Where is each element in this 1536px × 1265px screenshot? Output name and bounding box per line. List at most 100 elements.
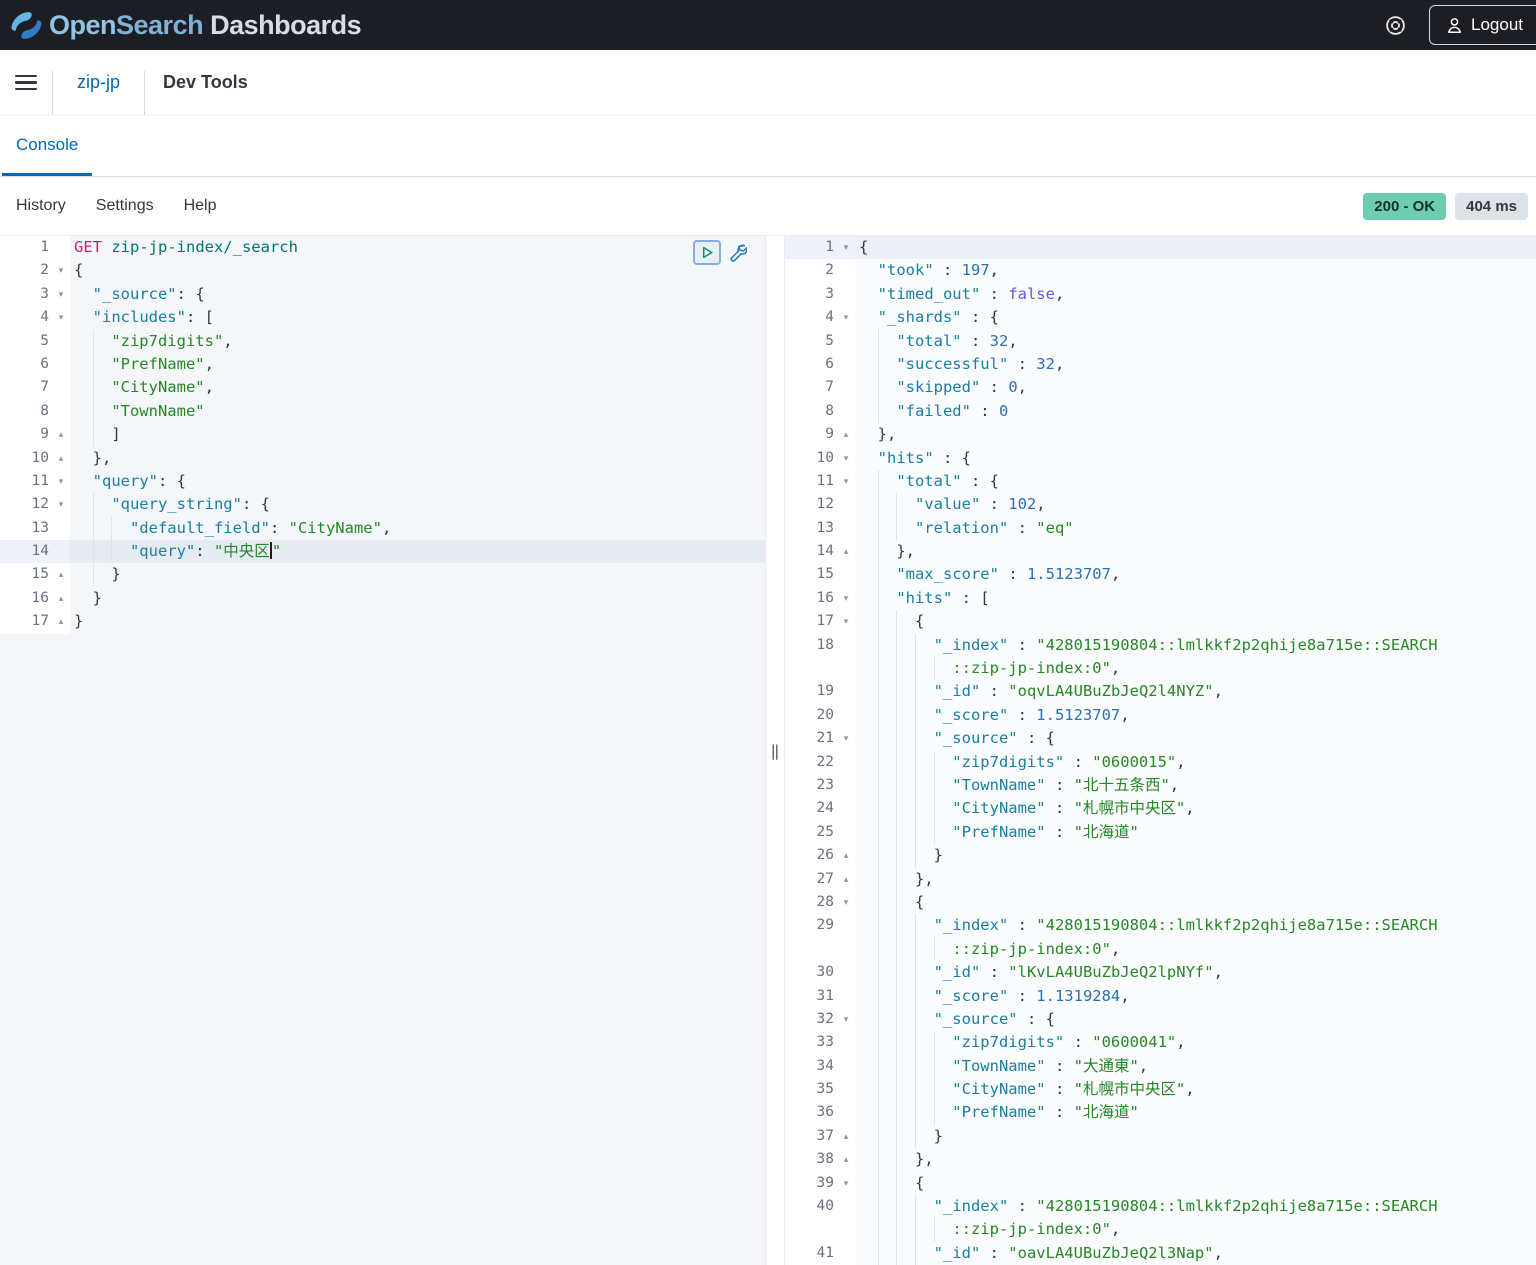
fold-toggle-icon[interactable]: ▴: [837, 1125, 855, 1148]
code-line[interactable]: 33"zip7digits" : "0600041",: [785, 1031, 1536, 1054]
code-line[interactable]: 7"skipped" : 0,: [785, 376, 1536, 399]
code-line[interactable]: 17▴}: [0, 610, 765, 633]
menu-item-help[interactable]: Help: [184, 197, 217, 215]
fold-toggle-icon[interactable]: ▴: [837, 423, 855, 446]
code-line[interactable]: 23"TownName" : "北十五条西",: [785, 774, 1536, 797]
code-line[interactable]: 19"_id" : "oqvLA4UBuZbJeQ2l4NYZ",: [785, 680, 1536, 703]
code-line[interactable]: 30"_id" : "lKvLA4UBuZbJeQ2lpNYf",: [785, 961, 1536, 984]
fold-toggle-icon[interactable]: ▴: [837, 868, 855, 891]
code-line[interactable]: 5"zip7digits",: [0, 330, 765, 353]
fold-toggle-icon[interactable]: ▾: [52, 283, 70, 306]
code-line[interactable]: 15▴}: [0, 563, 765, 586]
code-line[interactable]: 40"_index" : "428015190804::lmlkkf2p2qhi…: [785, 1195, 1536, 1218]
opensearch-logo[interactable]: OpenSearchDashboards: [10, 9, 361, 42]
code-line[interactable]: 10▾"hits" : {: [785, 447, 1536, 470]
code-line[interactable]: 4▾"_shards" : {: [785, 306, 1536, 329]
fold-toggle-icon[interactable]: ▾: [52, 306, 70, 329]
code-line[interactable]: 12▾"query_string": {: [0, 493, 765, 516]
code-line[interactable]: 8"TownName": [0, 400, 765, 423]
code-line[interactable]: 26▴}: [785, 844, 1536, 867]
code-line[interactable]: 22"zip7digits" : "0600015",: [785, 751, 1536, 774]
tab-console[interactable]: Console: [2, 116, 92, 176]
fold-toggle-icon[interactable]: ▾: [52, 493, 70, 516]
logout-button[interactable]: Logout: [1429, 5, 1536, 45]
code-line[interactable]: 35"CityName" : "札幌市中央区",: [785, 1078, 1536, 1101]
code-line[interactable]: 41"_id" : "oavLA4UBuZbJeQ2l3Nap",: [785, 1242, 1536, 1265]
fold-toggle-icon[interactable]: ▾: [837, 587, 855, 610]
code-line[interactable]: ::zip-jp-index:0",: [785, 938, 1536, 961]
fold-toggle-icon[interactable]: ▾: [837, 1172, 855, 1195]
send-request-button[interactable]: [693, 240, 721, 265]
hamburger-menu-button[interactable]: [0, 50, 52, 115]
code-line[interactable]: 24"CityName" : "札幌市中央区",: [785, 797, 1536, 820]
fold-toggle-icon[interactable]: ▴: [52, 610, 70, 633]
code-line[interactable]: 6"PrefName",: [0, 353, 765, 376]
fold-toggle-icon[interactable]: ▾: [837, 1008, 855, 1031]
code-line[interactable]: 1GET zip-jp-index/_search: [0, 236, 765, 259]
code-line[interactable]: 16▾"hits" : [: [785, 587, 1536, 610]
fold-toggle-icon[interactable]: ▾: [52, 470, 70, 493]
fold-toggle-icon[interactable]: ▴: [837, 540, 855, 563]
code-line[interactable]: 14▴},: [785, 540, 1536, 563]
code-line[interactable]: ::zip-jp-index:0",: [785, 1218, 1536, 1241]
code-line[interactable]: 2"took" : 197,: [785, 259, 1536, 282]
code-line[interactable]: 28▾{: [785, 891, 1536, 914]
code-line[interactable]: 18"_index" : "428015190804::lmlkkf2p2qhi…: [785, 634, 1536, 657]
code-line[interactable]: 17▾{: [785, 610, 1536, 633]
menu-item-settings[interactable]: Settings: [96, 197, 154, 215]
code-line[interactable]: 39▾{: [785, 1172, 1536, 1195]
fold-toggle-icon[interactable]: ▴: [837, 1148, 855, 1171]
panel-resize-handle[interactable]: ‖: [765, 236, 785, 1265]
code-line[interactable]: 29"_index" : "428015190804::lmlkkf2p2qhi…: [785, 914, 1536, 937]
fold-toggle-icon[interactable]: ▾: [52, 259, 70, 282]
request-options-button[interactable]: [728, 243, 747, 262]
code-line[interactable]: 1▾{: [785, 236, 1536, 259]
fold-toggle-icon[interactable]: ▾: [837, 610, 855, 633]
code-line[interactable]: 9▴]: [0, 423, 765, 446]
help-menu-button[interactable]: [1375, 5, 1415, 45]
fold-toggle-icon[interactable]: ▾: [837, 236, 855, 259]
code-line[interactable]: 25"PrefName" : "北海道": [785, 821, 1536, 844]
menu-item-history[interactable]: History: [16, 197, 66, 215]
code-line[interactable]: 36"PrefName" : "北海道": [785, 1101, 1536, 1124]
code-line[interactable]: 3"timed_out" : false,: [785, 283, 1536, 306]
fold-toggle-icon[interactable]: ▴: [837, 844, 855, 867]
fold-toggle-icon[interactable]: ▾: [837, 306, 855, 329]
fold-toggle-icon[interactable]: ▴: [52, 447, 70, 470]
fold-toggle-icon[interactable]: ▾: [837, 447, 855, 470]
code-line[interactable]: 9▴},: [785, 423, 1536, 446]
code-line[interactable]: 2▾{: [0, 259, 765, 282]
fold-toggle-icon[interactable]: ▾: [837, 891, 855, 914]
code-line[interactable]: 11▾"total" : {: [785, 470, 1536, 493]
fold-toggle-icon[interactable]: ▾: [837, 727, 855, 750]
code-line[interactable]: 15"max_score" : 1.5123707,: [785, 563, 1536, 586]
code-line[interactable]: 13"relation" : "eq": [785, 517, 1536, 540]
code-line[interactable]: 5"total" : 32,: [785, 330, 1536, 353]
code-line[interactable]: 4▾"includes": [: [0, 306, 765, 329]
fold-toggle-icon[interactable]: ▴: [52, 587, 70, 610]
code-line[interactable]: 7"CityName",: [0, 376, 765, 399]
fold-toggle-icon[interactable]: ▴: [52, 423, 70, 446]
code-line[interactable]: 31"_score" : 1.1319284,: [785, 985, 1536, 1008]
breadcrumb-zip-jp[interactable]: zip-jp: [53, 72, 144, 93]
request-editor[interactable]: 1GET zip-jp-index/_search2▾{3▾"_source":…: [0, 236, 765, 1265]
code-line[interactable]: 20"_score" : 1.5123707,: [785, 704, 1536, 727]
code-line[interactable]: 13"default_field": "CityName",: [0, 517, 765, 540]
code-line[interactable]: 34"TownName" : "大通東",: [785, 1055, 1536, 1078]
code-line[interactable]: 11▾"query": {: [0, 470, 765, 493]
code-line[interactable]: 10▴},: [0, 447, 765, 470]
code-line[interactable]: 27▴},: [785, 868, 1536, 891]
code-line[interactable]: 3▾"_source": {: [0, 283, 765, 306]
code-line[interactable]: 21▾"_source" : {: [785, 727, 1536, 750]
code-line[interactable]: 8"failed" : 0: [785, 400, 1536, 423]
code-line[interactable]: 37▴}: [785, 1125, 1536, 1148]
response-viewer[interactable]: 1▾{2"took" : 197,3"timed_out" : false,4▾…: [785, 236, 1536, 1265]
code-line[interactable]: ::zip-jp-index:0",: [785, 657, 1536, 680]
code-line[interactable]: 6"successful" : 32,: [785, 353, 1536, 376]
fold-toggle-icon[interactable]: ▾: [837, 470, 855, 493]
code-line[interactable]: 16▴}: [0, 587, 765, 610]
code-line[interactable]: 14"query": "中央区": [0, 540, 765, 563]
code-line[interactable]: 32▾"_source" : {: [785, 1008, 1536, 1031]
code-line[interactable]: 38▴},: [785, 1148, 1536, 1171]
fold-toggle-icon[interactable]: ▴: [52, 563, 70, 586]
